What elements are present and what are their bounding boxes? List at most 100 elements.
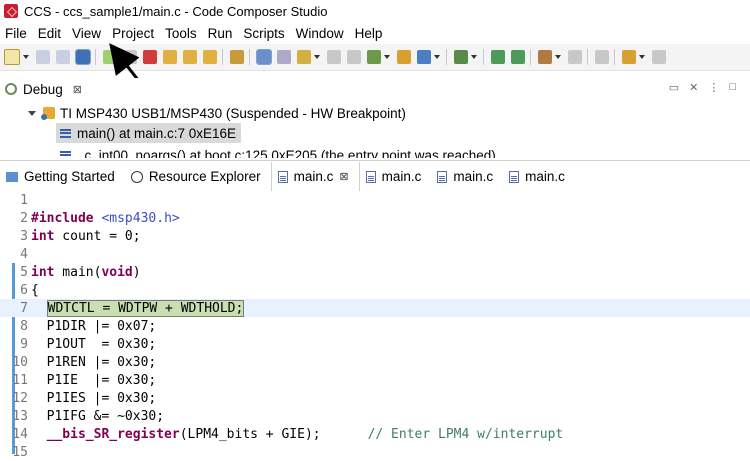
debug-dropdown-icon[interactable] — [471, 55, 477, 59]
toolbar-separator — [222, 49, 223, 65]
more-icon[interactable] — [652, 50, 666, 64]
tab-getting-started[interactable]: Getting Started — [0, 162, 125, 191]
line-number: 11 — [12, 372, 28, 388]
build-hammer-icon[interactable] — [538, 50, 552, 64]
code-line: 15 — [0, 443, 750, 461]
view-menu-icon[interactable]: ⋮ — [708, 81, 719, 94]
stack-frame-row-main[interactable]: main() at main.c:7 0xE16E — [56, 123, 242, 143]
code-comment: // Enter LPM4 w/interrupt — [367, 426, 564, 442]
run-script-icon[interactable] — [397, 50, 411, 64]
line-number: 14 — [12, 426, 28, 442]
code-fragment: main( — [54, 264, 102, 280]
external-tools-dropdown-icon[interactable] — [639, 55, 645, 59]
step-over-icon[interactable] — [183, 50, 197, 64]
line-number: 13 — [12, 408, 28, 424]
line-number: 6 — [20, 282, 28, 298]
flash-icon[interactable] — [367, 50, 381, 64]
expand-chevron-icon[interactable] — [28, 110, 36, 116]
connect-target-icon[interactable] — [256, 49, 272, 65]
menu-scripts[interactable]: Scripts — [238, 26, 290, 41]
menu-tools[interactable]: Tools — [160, 26, 203, 41]
code-editor[interactable]: 1 2 #include <msp430.h> 3 int count = 0; 4… — [0, 191, 750, 460]
code-text: P1OUT = 0x30; — [31, 336, 157, 352]
profile-icon[interactable] — [417, 50, 431, 64]
minimize-icon[interactable]: ▭ — [669, 81, 679, 94]
code-line: 4 — [0, 245, 750, 263]
code-line: 1 — [0, 191, 750, 209]
run-to-line-icon[interactable] — [491, 50, 505, 64]
load-program-icon[interactable] — [297, 50, 311, 64]
memory-icon[interactable] — [230, 50, 244, 64]
tab-main-c-active[interactable]: main.c ⊠ — [270, 162, 360, 191]
menu-run[interactable]: Run — [203, 26, 239, 41]
line-number: 10 — [12, 354, 28, 370]
external-tools-icon[interactable] — [622, 50, 636, 64]
menu-file[interactable]: File — [0, 26, 33, 41]
suspend-icon[interactable] — [123, 50, 137, 64]
menu-edit[interactable]: Edit — [33, 26, 67, 41]
remove-all-icon[interactable]: ✕ — [689, 81, 698, 94]
reset-icon[interactable] — [327, 50, 341, 64]
debug-target-label: TI MSP430 USB1/MSP430 (Suspended - HW Br… — [60, 105, 406, 121]
tab-resource-explorer[interactable]: Resource Explorer — [125, 162, 271, 191]
code-line: 2 #include <msp430.h> — [0, 209, 750, 227]
maximize-icon[interactable]: □ — [729, 81, 736, 94]
toolbar-separator — [483, 49, 484, 65]
ccs-app-icon — [4, 4, 18, 18]
tab-main-c[interactable]: main.c — [503, 162, 575, 191]
step-icon[interactable] — [511, 50, 525, 64]
new-icon[interactable] — [4, 49, 20, 65]
terminate-icon[interactable] — [143, 50, 157, 64]
window-title: CCS - ccs_sample1/main.c - Code Composer… — [24, 3, 328, 19]
build-dropdown-icon[interactable] — [555, 55, 561, 59]
current-instruction-highlight: WDTCTL = WDTPW + WDTHOLD; — [46, 299, 245, 317]
line-number: 8 — [20, 318, 28, 334]
disconnect-icon[interactable] — [277, 50, 291, 64]
getting-started-icon — [6, 171, 18, 182]
flash-dropdown-icon[interactable] — [384, 55, 390, 59]
intrinsic: __bis_SR_register — [46, 426, 180, 442]
restart-icon[interactable] — [347, 50, 361, 64]
code-line: 12 P1IES |= 0x30; — [0, 389, 750, 407]
main-toolbar — [0, 44, 750, 71]
debug-target-row[interactable]: TI MSP430 USB1/MSP430 (Suspended - HW Br… — [28, 103, 406, 123]
search-icon[interactable] — [595, 50, 609, 64]
debug-view-close-icon[interactable]: ⊠ — [73, 83, 82, 96]
step-into-icon[interactable] — [163, 50, 177, 64]
step-return-icon[interactable] — [203, 50, 217, 64]
debug-bug-icon[interactable] — [454, 50, 468, 64]
tab-main-c[interactable]: main.c — [360, 162, 432, 191]
stack-frame-icon — [60, 128, 71, 138]
resume-icon[interactable] — [103, 50, 117, 64]
save-all-icon[interactable] — [56, 50, 70, 64]
keyword: void — [101, 264, 133, 280]
tab-main-c[interactable]: main.c — [431, 162, 503, 191]
menu-project[interactable]: Project — [107, 26, 160, 41]
code-text: P1IES |= 0x30; — [31, 390, 157, 406]
code-fragment: count = 0; — [54, 228, 141, 244]
debug-perspective-icon[interactable] — [75, 49, 91, 65]
menu-view[interactable]: View — [67, 26, 107, 41]
save-icon[interactable] — [36, 50, 50, 64]
debug-tree: TI MSP430 USB1/MSP430 (Suspended - HW Br… — [0, 100, 750, 158]
target-device-icon — [41, 107, 55, 120]
tab-label: Getting Started — [24, 169, 115, 184]
stack-frame-row-boot[interactable]: _c_int00_noargs() at boot.c:125 0xE205 (… — [56, 145, 496, 158]
load-dropdown-icon[interactable] — [314, 55, 320, 59]
clean-icon[interactable] — [568, 50, 582, 64]
code-text: int main(void) — [28, 265, 141, 280]
tab-close-icon[interactable]: ⊠ — [339, 170, 348, 183]
code-line: 3 int count = 0; — [0, 227, 750, 245]
new-dropdown-icon[interactable] — [23, 55, 29, 59]
code-line: 13 P1IFG &= ~0x30; — [0, 407, 750, 425]
menu-window[interactable]: Window — [291, 26, 350, 41]
code-fragment: ) — [132, 264, 141, 280]
menu-help[interactable]: Help — [350, 26, 389, 41]
profile-dropdown-icon[interactable] — [434, 55, 440, 59]
line-number: 15 — [12, 444, 28, 460]
debug-view-title[interactable]: Debug — [23, 82, 63, 97]
code-text: P1IE |= 0x30; — [31, 372, 157, 388]
code-fragment: (LPM4_bits + GIE); — [179, 426, 368, 442]
menu-bar: File Edit View Project Tools Run Scripts… — [0, 22, 750, 44]
c-file-icon — [277, 170, 288, 183]
